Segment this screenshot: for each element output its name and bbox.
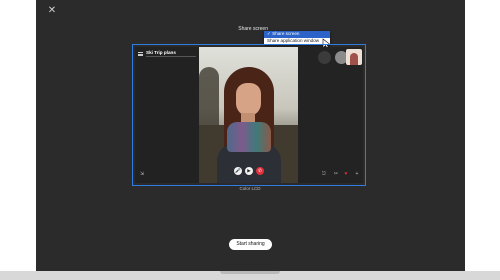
laptop-notch	[220, 271, 280, 274]
person-face	[236, 83, 261, 116]
expand-icon: ⇲	[139, 171, 145, 177]
call-controls: 🎤 ▶ ✆	[234, 167, 264, 175]
participants-panel	[298, 47, 363, 183]
mute-icon: 🎤	[234, 167, 242, 175]
hamburger-icon	[138, 52, 143, 57]
link-icon: ⎋	[322, 171, 326, 177]
screen-caption: Color LCD	[239, 186, 261, 191]
share-label: Share screen	[238, 26, 268, 32]
video-tree	[199, 67, 219, 127]
video-icon: ▶	[245, 167, 253, 175]
hangup-icon: ✆	[256, 167, 264, 175]
chat-panel: Ski Trip plans ⇲	[135, 47, 199, 183]
chat-subtitle-line	[146, 56, 196, 57]
participant-avatar-3	[346, 49, 362, 65]
crop-icon: ✂	[333, 171, 339, 177]
heart-icon: ♥	[344, 171, 348, 177]
person-scarf	[227, 122, 271, 152]
laptop-base	[0, 271, 500, 280]
close-icon[interactable]: ✕	[46, 5, 58, 17]
plus-icon: +	[355, 171, 359, 177]
participant-avatar-1	[318, 51, 331, 64]
option-share-screen[interactable]: ✓ Share screen	[264, 31, 330, 38]
share-dropdown[interactable]: ✓ Share screen Share application window	[264, 31, 330, 45]
start-sharing-button[interactable]: Start sharing	[229, 239, 272, 250]
app-window-preview: Ski Trip plans ⇲ 🎤 ▶ ✆ ⎋ ✂ ♥ +	[135, 47, 363, 183]
video-feed	[199, 47, 298, 183]
